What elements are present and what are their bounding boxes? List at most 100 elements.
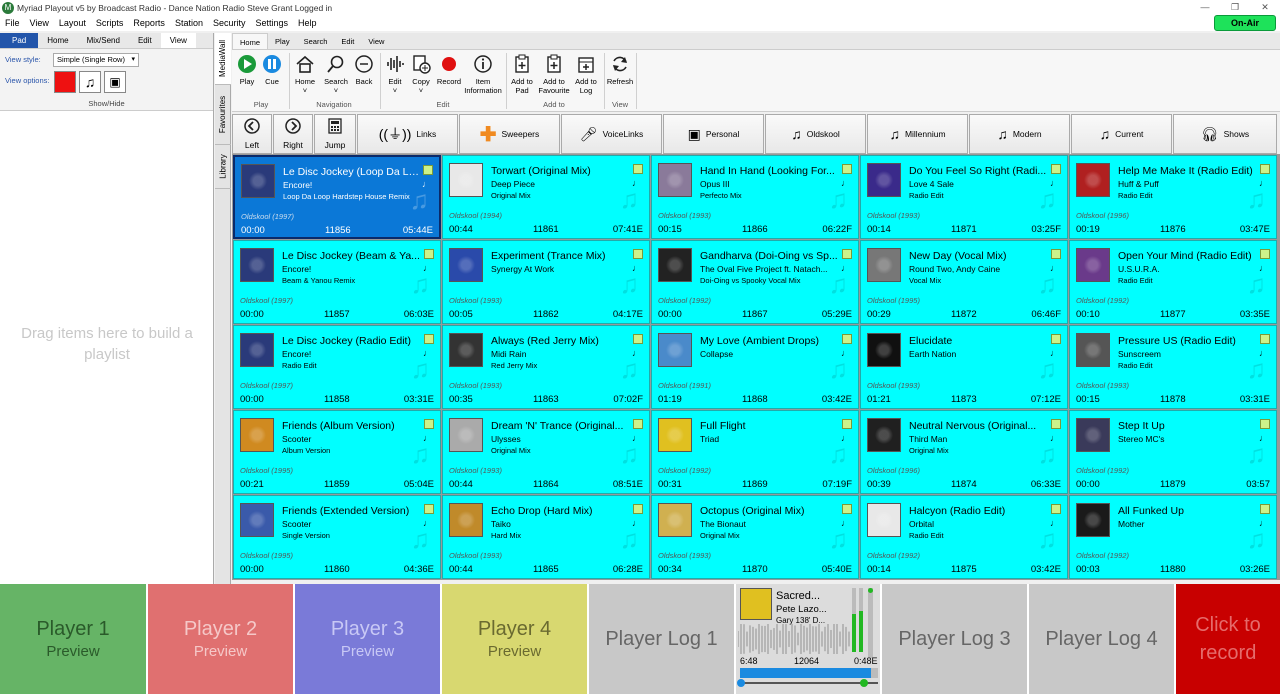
menu-station[interactable]: Station xyxy=(170,15,208,31)
media-cart[interactable]: Dream 'N' Trance (Original... Ulysses Orig… xyxy=(442,410,650,494)
view-style-select[interactable]: Simple (Single Row) ▾ xyxy=(53,53,139,67)
category-shows-button[interactable]: 🎧︎ Shows xyxy=(1173,114,1277,154)
media-cart[interactable]: Always (Red Jerry Mix) Midi Rain Red Jerry… xyxy=(442,325,650,409)
add-to-favourite-button[interactable]: Add to Favourite xyxy=(536,53,572,95)
media-cart[interactable]: Do You Feel So Right (Radi... Love 4 Sale… xyxy=(860,155,1068,239)
home-button[interactable]: Home ˅ xyxy=(290,53,320,95)
cart-checkbox[interactable] xyxy=(1051,419,1061,429)
ribbon-tab-edit[interactable]: Edit xyxy=(334,33,361,49)
cart-checkbox[interactable] xyxy=(633,504,643,514)
play-button[interactable]: Play xyxy=(236,53,258,86)
progress-bar[interactable] xyxy=(740,668,878,678)
media-cart[interactable]: Step It Up Stereo MC's ♩ ♫ Oldskool (1992) 00… xyxy=(1069,410,1277,494)
ribbon-tab-play[interactable]: Play xyxy=(268,33,297,49)
category-modern-button[interactable]: ♫ Modern xyxy=(969,114,1070,154)
item-information-button[interactable]: Item Information xyxy=(462,53,504,95)
tab-library[interactable]: Library xyxy=(215,145,231,189)
click-to-record-button[interactable]: Click to record xyxy=(1176,584,1280,694)
tab-mediawall[interactable]: MediaWall xyxy=(215,33,231,85)
cart-checkbox[interactable] xyxy=(842,334,852,344)
menu-view[interactable]: View xyxy=(25,15,54,31)
media-cart[interactable]: Octopus (Original Mix) The Bionaut Origina… xyxy=(651,495,859,579)
cart-checkbox[interactable] xyxy=(424,504,434,514)
player-log-1-button[interactable]: Player Log 1 xyxy=(589,584,736,694)
media-cart[interactable]: Echo Drop (Hard Mix) Taiko Hard Mix ♩ ♫ Oldsk… xyxy=(442,495,650,579)
cart-checkbox[interactable] xyxy=(423,165,433,175)
tab-favourites[interactable]: Favourites xyxy=(215,85,231,145)
cart-checkbox[interactable] xyxy=(842,504,852,514)
category-voicelinks-button[interactable]: 🎤︎ VoiceLinks xyxy=(561,114,662,154)
image-option-button[interactable]: ▣ xyxy=(104,71,126,93)
category-oldskool-button[interactable]: ♫ Oldskool xyxy=(765,114,866,154)
ribbon-tab-search[interactable]: Search xyxy=(297,33,335,49)
media-cart[interactable]: Le Disc Jockey (Loop Da Lo... Encore! Loop… xyxy=(233,155,441,239)
menu-file[interactable]: File xyxy=(0,15,25,31)
close-icon[interactable]: ✕ xyxy=(1250,0,1280,14)
media-cart[interactable]: Torwart (Original Mix) Deep Piece Original… xyxy=(442,155,650,239)
ribbon-tab-home[interactable]: Home xyxy=(232,33,269,49)
media-cart[interactable]: Full Flight Triad ♩ ♫ Oldskool (1992) 00:31 11… xyxy=(651,410,859,494)
player-1-button[interactable]: Player 1 Preview xyxy=(0,584,148,694)
cart-checkbox[interactable] xyxy=(633,249,643,259)
media-cart[interactable]: Halcyon (Radio Edit) Orbital Radio Edit ♩ ♫ O… xyxy=(860,495,1068,579)
playlist-drop-zone[interactable]: Drag items here to build a playlist xyxy=(0,323,214,365)
cue-button[interactable]: Cue xyxy=(261,53,283,86)
category-sweepers-button[interactable]: ✚ Sweepers xyxy=(459,114,560,154)
search-button[interactable]: Search ˅ xyxy=(320,53,352,95)
cart-checkbox[interactable] xyxy=(1260,334,1270,344)
cart-checkbox[interactable] xyxy=(633,419,643,429)
menu-help[interactable]: Help xyxy=(293,15,322,31)
media-cart[interactable]: Le Disc Jockey (Beam & Ya... Encore! Beam … xyxy=(233,240,441,324)
cart-checkbox[interactable] xyxy=(1260,164,1270,174)
media-cart[interactable]: Help Me Make It (Radio Edit) Huff & Puff R… xyxy=(1069,155,1277,239)
media-cart[interactable]: Elucidate Earth Nation ♩ ♫ Oldskool (1993) 01… xyxy=(860,325,1068,409)
category-links-button[interactable]: ((⏚)) Links xyxy=(357,114,458,154)
tab-view[interactable]: View xyxy=(160,33,196,48)
ribbon-tab-view[interactable]: View xyxy=(361,33,391,49)
media-cart[interactable]: Neutral Nervous (Original... Third Man Ori… xyxy=(860,410,1068,494)
cart-checkbox[interactable] xyxy=(842,249,852,259)
tab-pad[interactable]: Pad xyxy=(0,33,39,48)
cart-checkbox[interactable] xyxy=(633,164,643,174)
on-air-button[interactable]: On-Air xyxy=(1214,15,1276,31)
left-button[interactable]: Left xyxy=(232,114,272,154)
cart-checkbox[interactable] xyxy=(842,419,852,429)
add-to-log-button[interactable]: Add to Log xyxy=(572,53,600,95)
media-cart[interactable]: My Love (Ambient Drops) Collapse ♩ ♫ Oldskoo… xyxy=(651,325,859,409)
cart-checkbox[interactable] xyxy=(1260,419,1270,429)
menu-scripts[interactable]: Scripts xyxy=(91,15,129,31)
cart-checkbox[interactable] xyxy=(1051,334,1061,344)
cart-checkbox[interactable] xyxy=(633,334,643,344)
menu-settings[interactable]: Settings xyxy=(250,15,293,31)
media-cart[interactable]: Le Disc Jockey (Radio Edit) Encore! Radio … xyxy=(233,325,441,409)
cart-checkbox[interactable] xyxy=(1051,164,1061,174)
music-note-option-button[interactable]: ♫ xyxy=(79,71,101,93)
media-cart[interactable]: Pressure US (Radio Edit) Sunscreem Radio E… xyxy=(1069,325,1277,409)
cart-checkbox[interactable] xyxy=(1260,249,1270,259)
menu-layout[interactable]: Layout xyxy=(54,15,91,31)
media-cart[interactable]: Friends (Album Version) Scooter Album Vers… xyxy=(233,410,441,494)
media-cart[interactable]: Friends (Extended Version) Scooter Single … xyxy=(233,495,441,579)
category-millennium-button[interactable]: ♫ Millennium xyxy=(867,114,968,154)
refresh-button[interactable]: Refresh xyxy=(606,53,634,86)
cart-checkbox[interactable] xyxy=(424,419,434,429)
media-cart[interactable]: Experiment (Trance Mix) Synergy At Work ♩ ♫… xyxy=(442,240,650,324)
cart-checkbox[interactable] xyxy=(1051,249,1061,259)
player-log-4-button[interactable]: Player Log 4 xyxy=(1029,584,1176,694)
media-cart[interactable]: Open Your Mind (Radio Edit) U.S.U.R.A. Rad… xyxy=(1069,240,1277,324)
player-log-3-button[interactable]: Player Log 3 xyxy=(882,584,1029,694)
player-4-button[interactable]: Player 4 Preview xyxy=(442,584,589,694)
category-personal-button[interactable]: ▣ Personal xyxy=(663,114,764,154)
right-button[interactable]: Right xyxy=(273,114,313,154)
tab-mix-send[interactable]: Mix/Send xyxy=(78,33,129,48)
minimize-icon[interactable]: — xyxy=(1190,0,1220,14)
tab-home[interactable]: Home xyxy=(38,33,77,48)
cart-checkbox[interactable] xyxy=(842,164,852,174)
cart-checkbox[interactable] xyxy=(1260,504,1270,514)
menu-security[interactable]: Security xyxy=(208,15,251,31)
edit-button[interactable]: Edit ˅ xyxy=(382,53,408,95)
media-cart[interactable]: Hand In Hand (Looking For... Opus III Perf… xyxy=(651,155,859,239)
seek-track[interactable] xyxy=(737,679,878,687)
seek-handle-end[interactable] xyxy=(860,679,868,687)
active-player[interactable]: Sacred... Pete Lazo... Gary 138' D... 6:… xyxy=(736,584,882,694)
